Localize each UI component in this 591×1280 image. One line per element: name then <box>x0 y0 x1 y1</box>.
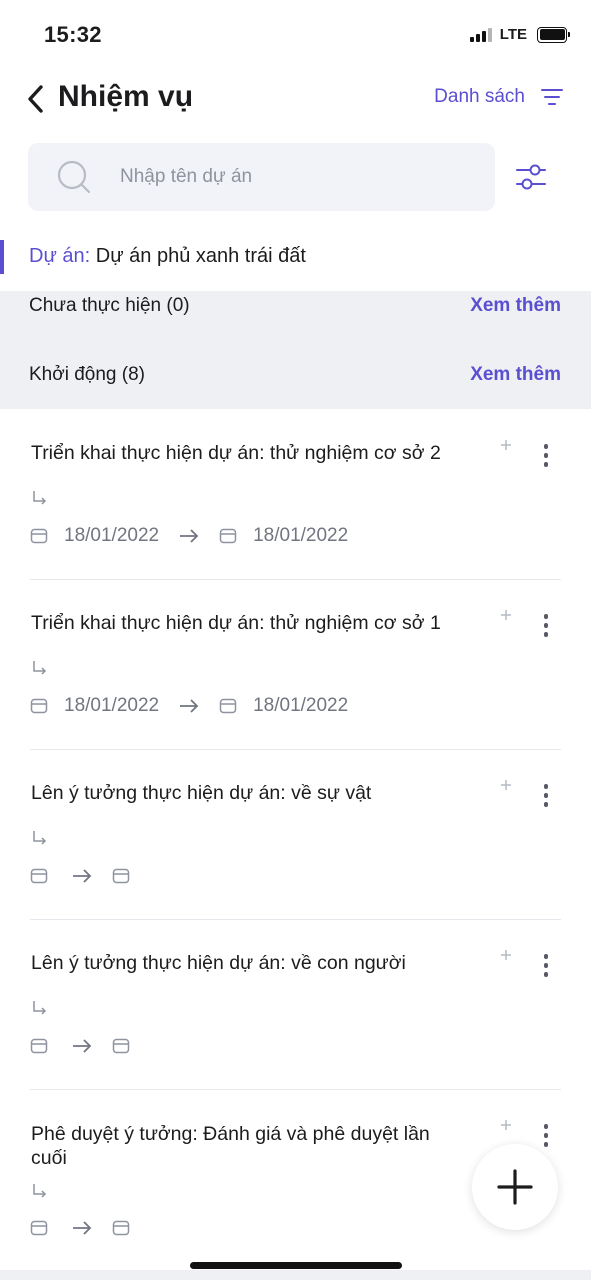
search-row <box>28 143 563 211</box>
task-list: Triển khai thực hiện dự án: thử nghiệm c… <box>0 410 591 1260</box>
calendar-icon <box>30 698 48 714</box>
group-row: Khởi động (8) Xem thêm <box>0 364 591 394</box>
date-range: 18/01/2022 18/01/2022 <box>30 694 368 718</box>
task-card[interactable]: Lên ý tưởng thực hiện dự án: về con ngườ… <box>30 920 561 1090</box>
list-filter-icon <box>541 89 563 105</box>
group-title: Chưa thực hiện (0) <box>29 295 190 316</box>
arrow-right-icon <box>180 529 199 543</box>
chevron-left-icon <box>28 85 43 113</box>
calendar-icon <box>30 1038 48 1054</box>
more-options-icon[interactable] <box>541 614 551 642</box>
start-date: 18/01/2022 <box>64 525 160 546</box>
calendar-icon <box>112 1038 130 1054</box>
task-title[interactable]: Lên ý tưởng thực hiện dự án: về con ngườ… <box>31 951 451 975</box>
home-indicator[interactable] <box>190 1262 402 1269</box>
date-range <box>30 1216 130 1240</box>
status-time: 15:32 <box>44 22 102 47</box>
view-mode-button[interactable]: Danh sách <box>434 86 563 108</box>
more-options-icon[interactable] <box>541 954 551 982</box>
page-title: Nhiệm vụ <box>58 80 194 113</box>
search-input[interactable] <box>120 161 470 193</box>
start-date: 18/01/2022 <box>64 695 160 716</box>
end-date: 18/01/2022 <box>253 695 349 716</box>
task-title[interactable]: Phê duyệt ý tưởng: Đánh giá và phê duyệt… <box>31 1122 451 1170</box>
project-selector[interactable]: Dự án: Dự án phủ xanh trái đất <box>0 238 591 276</box>
arrow-right-icon <box>73 869 92 883</box>
add-subtask-icon[interactable] <box>499 1118 513 1132</box>
nav-header: Nhiệm vụ Danh sách <box>0 70 591 130</box>
calendar-icon <box>219 698 237 714</box>
subtask-arrow-icon <box>33 1001 47 1015</box>
subtask-arrow-icon <box>33 1184 47 1198</box>
date-range: 18/01/2022 18/01/2022 <box>30 524 368 548</box>
view-mode-label: Danh sách <box>434 86 525 107</box>
calendar-icon <box>112 868 130 884</box>
task-title[interactable]: Triển khai thực hiện dự án: thử nghiệm c… <box>31 611 451 635</box>
plus-icon <box>497 1169 533 1205</box>
more-options-icon[interactable] <box>541 1124 551 1152</box>
subtask-arrow-icon <box>33 661 47 675</box>
add-subtask-icon[interactable] <box>499 438 513 452</box>
group-row: Chưa thực hiện (0) Xem thêm <box>0 295 591 325</box>
see-more-link[interactable]: Xem thêm <box>470 295 561 317</box>
end-date: 18/01/2022 <box>253 525 349 546</box>
filter-button[interactable] <box>513 159 549 195</box>
arrow-right-icon <box>180 699 199 713</box>
task-card[interactable]: Triển khai thực hiện dự án: thử nghiệm c… <box>30 410 561 580</box>
calendar-icon <box>30 528 48 544</box>
date-range <box>30 1034 130 1058</box>
add-subtask-icon[interactable] <box>499 608 513 622</box>
task-card[interactable]: Lên ý tưởng thực hiện dự án: về sự vật <box>30 750 561 920</box>
sliders-icon <box>516 164 546 190</box>
project-accent-bar <box>0 240 4 274</box>
calendar-icon <box>112 1220 130 1236</box>
task-title[interactable]: Triển khai thực hiện dự án: thử nghiệm c… <box>31 441 451 465</box>
add-subtask-icon[interactable] <box>499 778 513 792</box>
search-icon <box>57 160 91 194</box>
subtask-arrow-icon <box>33 831 47 845</box>
calendar-icon <box>219 528 237 544</box>
project-key: Dự án: <box>29 245 91 267</box>
back-button[interactable] <box>24 82 50 116</box>
task-title[interactable]: Lên ý tưởng thực hiện dự án: về sự vật <box>31 781 451 805</box>
network-label: LTE <box>499 26 527 43</box>
see-more-link[interactable]: Xem thêm <box>470 364 561 386</box>
status-groups: Chưa thực hiện (0) Xem thêm Khởi động (8… <box>0 291 591 409</box>
more-options-icon[interactable] <box>541 444 551 472</box>
project-label: Dự án: Dự án phủ xanh trái đất <box>29 245 306 268</box>
arrow-right-icon <box>73 1039 92 1053</box>
add-task-button[interactable] <box>472 1144 558 1230</box>
more-options-icon[interactable] <box>541 784 551 812</box>
subtask-arrow-icon <box>33 491 47 505</box>
signal-icon <box>469 27 492 42</box>
date-range <box>30 864 130 888</box>
battery-icon <box>537 26 570 43</box>
project-name: Dự án phủ xanh trái đất <box>95 245 306 267</box>
add-subtask-icon[interactable] <box>499 948 513 962</box>
calendar-icon <box>30 1220 48 1236</box>
bottom-strip <box>0 1270 591 1280</box>
task-card[interactable]: Triển khai thực hiện dự án: thử nghiệm c… <box>30 580 561 750</box>
calendar-icon <box>30 868 48 884</box>
status-icons: LTE <box>469 26 570 43</box>
group-title: Khởi động (8) <box>29 364 145 385</box>
arrow-right-icon <box>73 1221 92 1235</box>
status-bar: 15:32 LTE <box>0 0 591 70</box>
search-box[interactable] <box>28 143 495 211</box>
